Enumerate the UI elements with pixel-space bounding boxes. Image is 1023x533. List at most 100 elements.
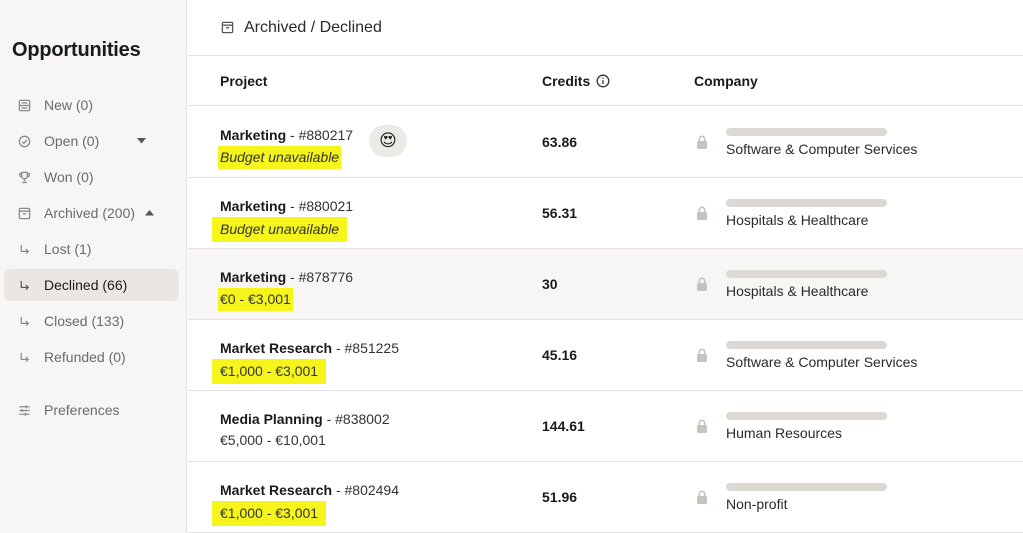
- project-cell: Marketing - #880217 Budget unavailable: [218, 125, 354, 169]
- chevron-down-icon[interactable]: [137, 138, 147, 144]
- project-id: - #878776: [286, 269, 354, 285]
- credits-value: 30: [542, 276, 558, 292]
- company-name-placeholder-bar: [726, 270, 887, 278]
- table-row[interactable]: Market Research - #802494 €1,000 - €3,00…: [188, 462, 1023, 533]
- heart-eyes-emoji-icon: 😍: [379, 131, 397, 150]
- trophy-icon: [17, 170, 31, 184]
- sidebar-item-label: Open (0): [44, 133, 100, 149]
- info-icon[interactable]: [596, 74, 610, 88]
- project-name: Marketing: [220, 198, 287, 214]
- table-row[interactable]: Marketing - #880217 Budget unavailable 😍…: [188, 107, 1023, 178]
- sidebar-item-refunded[interactable]: Refunded (0): [4, 341, 179, 373]
- credits-value: 45.16: [542, 347, 578, 363]
- sidebar-item-declined[interactable]: Declined (66): [4, 269, 179, 301]
- company-industry: Non-profit: [726, 496, 788, 512]
- archive-icon: [17, 206, 31, 220]
- sub-arrow-icon: [17, 242, 31, 256]
- project-name: Media Planning: [220, 411, 323, 427]
- project-id: - #880217: [286, 127, 354, 143]
- archive-icon: [221, 21, 235, 35]
- sidebar-item-label: Refunded (0): [44, 349, 126, 365]
- budget-label: Budget unavailable: [218, 146, 342, 169]
- project-name: Marketing: [220, 127, 287, 143]
- sidebar-item-archived[interactable]: Archived (200): [4, 197, 179, 229]
- sidebar-title: Opportunities: [12, 39, 141, 61]
- sidebar-item-label: New (0): [44, 97, 94, 113]
- credits-value: 56.31: [542, 205, 578, 221]
- main-content: Archived / Declined Project Credits Comp…: [188, 0, 1023, 533]
- project-cell: Marketing - #880021 Budget unavailable: [212, 196, 354, 242]
- sliders-icon: [17, 403, 31, 417]
- budget-label: €0 - €3,001: [218, 288, 293, 311]
- credits-value: 63.86: [542, 134, 578, 150]
- company-name-placeholder-bar: [726, 341, 887, 349]
- check-circle-icon: [17, 134, 31, 148]
- sidebar-item-label: Won (0): [44, 169, 94, 185]
- company-name-placeholder-bar: [726, 412, 887, 420]
- company-name-placeholder-bar: [726, 199, 887, 207]
- lock-icon: [695, 489, 709, 505]
- top-bar: Archived / Declined: [188, 0, 1023, 56]
- project-cell: Media Planning - #838002 €5,000 - €10,00…: [220, 409, 390, 451]
- project-name: Market Research: [220, 340, 333, 356]
- budget-label: €1,000 - €3,001: [212, 359, 327, 384]
- company-industry: Hospitals & Healthcare: [726, 283, 869, 299]
- sidebar-item-label: Archived (200): [44, 205, 136, 221]
- project-cell: Marketing - #878776 €0 - €3,001: [218, 267, 354, 311]
- sidebar-item-won[interactable]: Won (0): [4, 161, 179, 193]
- sidebar-item-label: Preferences: [44, 402, 120, 418]
- company-industry: Human Resources: [726, 425, 842, 441]
- credits-value: 144.61: [542, 418, 585, 434]
- sidebar-item-label: Declined (66): [44, 277, 128, 293]
- column-header-label: Company: [694, 73, 758, 89]
- project-id: - #838002: [322, 411, 390, 427]
- project-id: - #880021: [286, 198, 354, 214]
- project-cell: Market Research - #851225 €1,000 - €3,00…: [212, 338, 400, 384]
- sub-arrow-icon: [17, 350, 31, 364]
- table-row[interactable]: Media Planning - #838002 €5,000 - €10,00…: [188, 391, 1023, 462]
- table-row[interactable]: Market Research - #851225 €1,000 - €3,00…: [188, 320, 1023, 391]
- credits-value: 51.96: [542, 489, 578, 505]
- lock-icon: [695, 276, 709, 292]
- sub-arrow-icon: [17, 314, 31, 328]
- column-header-company[interactable]: Company: [694, 73, 758, 89]
- sidebar-item-open[interactable]: Open (0): [4, 125, 179, 157]
- project-id: - #802494: [332, 482, 400, 498]
- app-window: Opportunities New (0) Open (0) Won (0) A…: [0, 0, 1023, 533]
- column-header-label: Project: [220, 73, 268, 89]
- company-industry: Hospitals & Healthcare: [726, 212, 869, 228]
- sidebar-item-closed[interactable]: Closed (133): [4, 305, 179, 337]
- column-header-credits[interactable]: Credits: [542, 73, 610, 89]
- company-industry: Software & Computer Services: [726, 354, 918, 370]
- reaction-badge[interactable]: 😍: [369, 125, 407, 157]
- sidebar-item-label: Lost (1): [44, 241, 92, 257]
- inbox-icon: [17, 98, 31, 112]
- table-row[interactable]: Marketing - #878776 €0 - €3,001 30 Hospi…: [188, 249, 1023, 320]
- budget-label: €1,000 - €3,001: [212, 501, 327, 526]
- column-header-project[interactable]: Project: [220, 73, 267, 89]
- budget-label: Budget unavailable: [212, 217, 348, 242]
- lock-icon: [695, 347, 709, 363]
- sidebar-item-label: Closed (133): [44, 313, 125, 329]
- project-cell: Market Research - #802494 €1,000 - €3,00…: [212, 480, 400, 526]
- company-name-placeholder-bar: [726, 483, 887, 491]
- sub-arrow-icon: [17, 278, 31, 292]
- budget-label: €5,000 - €10,001: [220, 432, 326, 448]
- company-industry: Software & Computer Services: [726, 141, 918, 157]
- sidebar-item-lost[interactable]: Lost (1): [4, 233, 179, 265]
- sidebar-item-preferences[interactable]: Preferences: [4, 394, 179, 426]
- lock-icon: [695, 205, 709, 221]
- project-name: Market Research: [220, 482, 333, 498]
- table-row[interactable]: Marketing - #880021 Budget unavailable 5…: [188, 178, 1023, 249]
- project-name: Marketing: [220, 269, 287, 285]
- project-id: - #851225: [332, 340, 400, 356]
- table-header: Project Credits Company: [188, 56, 1023, 106]
- chevron-up-icon[interactable]: [145, 210, 155, 216]
- sidebar-item-new[interactable]: New (0): [4, 89, 179, 121]
- lock-icon: [695, 418, 709, 434]
- breadcrumb: Archived / Declined: [244, 18, 382, 36]
- sidebar: Opportunities New (0) Open (0) Won (0) A…: [0, 0, 187, 533]
- lock-icon: [695, 134, 709, 150]
- company-name-placeholder-bar: [726, 128, 887, 136]
- column-header-label: Credits: [542, 73, 591, 89]
